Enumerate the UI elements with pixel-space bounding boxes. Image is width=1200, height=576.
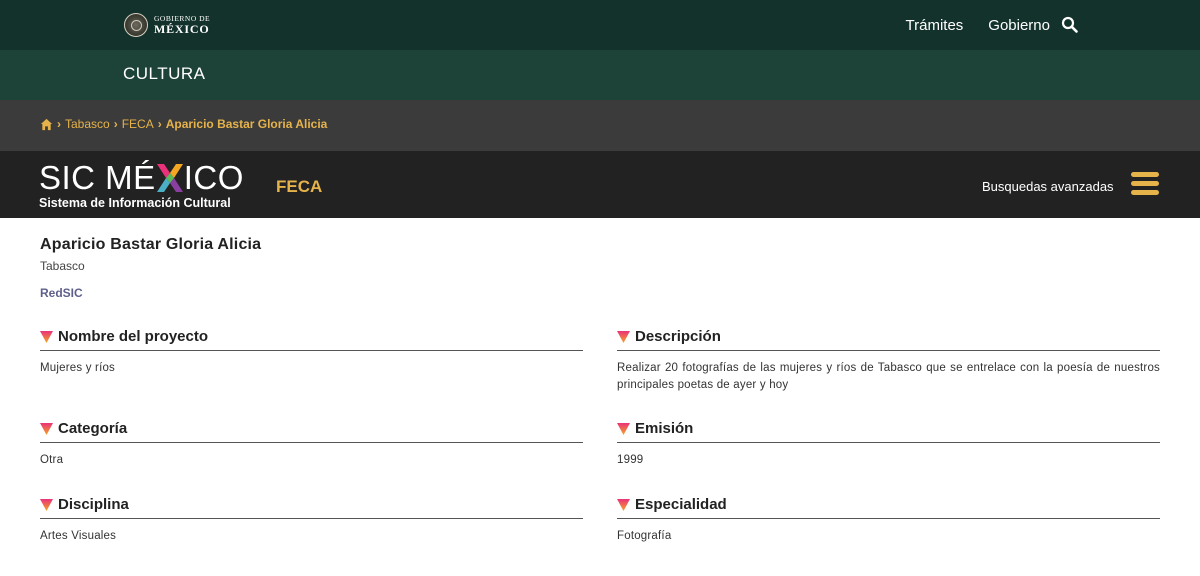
national-seal-icon [124,13,148,37]
field-header: Disciplina [40,495,583,519]
field-header: Categoría [40,419,583,443]
field-header: Especialidad [617,495,1160,519]
redsic-link[interactable]: RedSIC [40,286,83,300]
breadcrumb-bar: › Tabasco › FECA › Aparicio Bastar Glori… [0,100,1200,151]
advanced-search-link[interactable]: Busquedas avanzadas [982,179,1114,194]
gov-top-bar: GOBIERNO DE MÉXICO Trámites Gobierno [0,0,1200,50]
field-header: Emisión [617,419,1160,443]
field-header: Nombre del proyecto [40,327,583,351]
record-state: Tabasco [40,259,85,273]
field-label: Especialidad [635,496,727,513]
triangle-down-icon [617,330,630,343]
field-nombre-proyecto: Nombre del proyecto Mujeres y ríos [40,327,583,377]
field-value: Mujeres y ríos [40,362,116,374]
gobierno-de-mexico-logo[interactable]: GOBIERNO DE MÉXICO [124,11,210,39]
gov-logo-small: GOBIERNO DE [154,13,211,23]
nav-tramites[interactable]: Trámites [906,17,964,34]
record-title: Aparicio Bastar Gloria Alicia [40,236,262,253]
chevron-right-icon: › [57,117,61,131]
sic-section-label: FECA [276,177,323,196]
breadcrumb-tabasco[interactable]: Tabasco [65,117,110,131]
field-label: Descripción [635,328,721,345]
chevron-right-icon: › [157,117,162,131]
breadcrumb-current: Aparicio Bastar Gloria Alicia [165,117,328,131]
field-especialidad: Especialidad Fotografía [617,495,1160,545]
field-value: Otra [40,454,64,466]
triangle-down-icon [617,422,630,435]
gov-logo-big: MÉXICO [154,22,210,37]
field-value: Fotografía [617,530,672,542]
triangle-down-icon [40,498,53,511]
field-label: Disciplina [58,496,129,513]
section-title[interactable]: CULTURA [123,64,206,84]
hamburger-menu-icon[interactable] [1131,172,1159,198]
sic-logo-wordmark: SIC MÉ ICO [39,161,244,195]
sic-logo-post: ICO [183,159,244,196]
field-label: Nombre del proyecto [58,328,209,345]
search-icon[interactable] [1061,16,1079,34]
triangle-down-icon [40,330,53,343]
gov-logo-text: GOBIERNO DE MÉXICO [154,15,210,36]
field-value: Artes Visuales [40,530,117,542]
breadcrumb: › Tabasco › FECA › Aparicio Bastar Glori… [40,117,327,131]
field-value: 1999 [617,454,644,466]
gov-nav: Trámites Gobierno [881,0,1051,50]
triangle-down-icon [617,498,630,511]
sic-header: SIC MÉ ICO Sistema de Información Cultur… [0,151,1200,218]
breadcrumb-feca[interactable]: FECA [122,117,154,131]
field-emision: Emisión 1999 [617,419,1160,469]
field-header: Descripción [617,327,1160,351]
sic-logo-pre: SIC MÉ [39,159,156,196]
section-bar: CULTURA [0,50,1200,100]
field-label: Categoría [58,420,128,437]
field-categoria: Categoría Otra [40,419,583,469]
sic-logo-subtitle: Sistema de Información Cultural [39,196,231,210]
field-descripcion: Descripción Realizar 20 fotografías de l… [617,327,1160,394]
home-icon[interactable] [40,118,53,131]
field-value: Realizar 20 fotografías de las mujeres y… [617,362,1160,391]
sic-mexico-logo[interactable]: SIC MÉ ICO Sistema de Información Cultur… [39,161,244,211]
chevron-right-icon: › [113,117,118,131]
field-label: Emisión [635,420,694,437]
field-disciplina: Disciplina Artes Visuales [40,495,583,545]
triangle-down-icon [40,422,53,435]
nav-gobierno[interactable]: Gobierno [988,17,1050,34]
multicolor-x-icon [156,164,183,192]
